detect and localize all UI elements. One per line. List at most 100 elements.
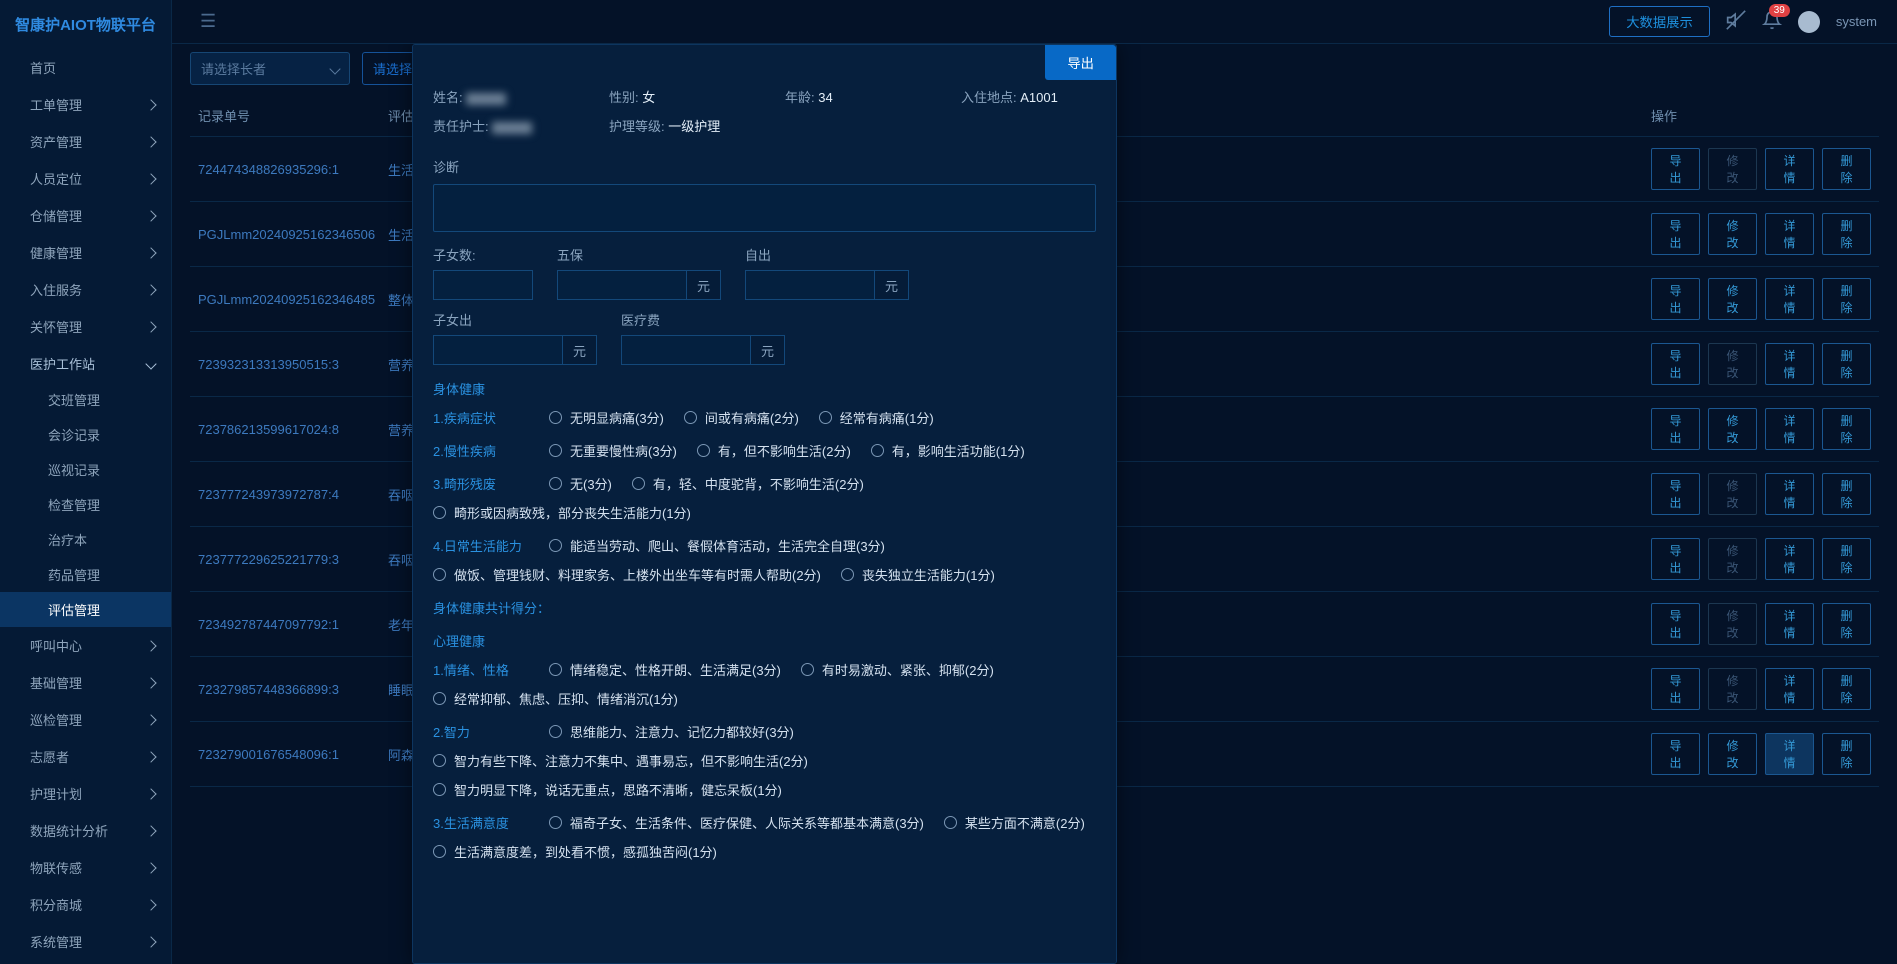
radio-option[interactable]: 能适当劳动、爬山、餐假体育活动，生活完全自理(3分): [549, 536, 885, 555]
sidebar-item[interactable]: 工单管理: [0, 86, 171, 123]
row-delete-button[interactable]: 删除: [1822, 278, 1871, 320]
radio-option[interactable]: 丧失独立生活能力(1分): [841, 565, 995, 584]
self-input[interactable]: [745, 270, 875, 300]
sidebar-sub-item[interactable]: 会诊记录: [0, 417, 171, 452]
bell-icon[interactable]: 39: [1762, 10, 1782, 33]
wubao-input[interactable]: [557, 270, 687, 300]
row-delete-button[interactable]: 删除: [1822, 148, 1871, 190]
radio-option[interactable]: 有，影响生活功能(1分): [871, 441, 1025, 460]
diagnosis-textarea[interactable]: [433, 184, 1096, 232]
sidebar-item[interactable]: 数据统计分析: [0, 812, 171, 849]
row-export-button[interactable]: 导出: [1651, 213, 1700, 255]
radio-option[interactable]: 福奇子女、生活条件、医疗保健、人际关系等都基本满意(3分): [549, 813, 924, 832]
row-delete-button[interactable]: 删除: [1822, 408, 1871, 450]
radio-option[interactable]: 某些方面不满意(2分): [944, 813, 1085, 832]
row-edit-button[interactable]: 修改: [1708, 473, 1757, 515]
row-export-button[interactable]: 导出: [1651, 733, 1700, 775]
sidebar-item[interactable]: 护理计划: [0, 775, 171, 812]
radio-option[interactable]: 生活满意度差，到处看不惯，感孤独苦闷(1分): [433, 842, 717, 861]
children-out-input[interactable]: [433, 335, 563, 365]
sidebar-item[interactable]: 志愿者: [0, 738, 171, 775]
row-export-button[interactable]: 导出: [1651, 148, 1700, 190]
sidebar-item[interactable]: 首页: [0, 49, 171, 86]
radio-option[interactable]: 智力明显下降，说话无重点，思路不清晰，健忘呆板(1分): [433, 780, 782, 799]
row-export-button[interactable]: 导出: [1651, 278, 1700, 320]
sidebar-item[interactable]: 人员定位: [0, 160, 171, 197]
sidebar-item[interactable]: 医护工作站: [0, 345, 171, 382]
row-export-button[interactable]: 导出: [1651, 343, 1700, 385]
row-export-button[interactable]: 导出: [1651, 408, 1700, 450]
radio-option[interactable]: 情绪稳定、性格开朗、生活满足(3分): [549, 660, 781, 679]
row-detail-button[interactable]: 详情: [1765, 668, 1814, 710]
avatar[interactable]: [1798, 11, 1820, 33]
radio-option[interactable]: 无明显病痛(3分): [549, 408, 664, 427]
row-export-button[interactable]: 导出: [1651, 668, 1700, 710]
elder-select[interactable]: 请选择长者: [190, 52, 350, 85]
sidebar-item[interactable]: 健康管理: [0, 234, 171, 271]
row-edit-button[interactable]: 修改: [1708, 538, 1757, 580]
row-detail-button[interactable]: 详情: [1765, 473, 1814, 515]
row-detail-button[interactable]: 详情: [1765, 603, 1814, 645]
radio-option[interactable]: 畸形或因病致残，部分丧失生活能力(1分): [433, 503, 691, 522]
radio-option[interactable]: 经常有病痛(1分): [819, 408, 934, 427]
row-delete-button[interactable]: 删除: [1822, 473, 1871, 515]
row-delete-button[interactable]: 删除: [1822, 603, 1871, 645]
row-detail-button[interactable]: 详情: [1765, 278, 1814, 320]
row-detail-button[interactable]: 详情: [1765, 213, 1814, 255]
sidebar-item[interactable]: 资产管理: [0, 123, 171, 160]
row-delete-button[interactable]: 删除: [1822, 343, 1871, 385]
hamburger-icon[interactable]: ☰: [200, 11, 216, 32]
row-detail-button[interactable]: 详情: [1765, 733, 1814, 775]
row-edit-button[interactable]: 修改: [1708, 213, 1757, 255]
sidebar-item[interactable]: 仓储管理: [0, 197, 171, 234]
row-delete-button[interactable]: 删除: [1822, 668, 1871, 710]
radio-option[interactable]: 做饭、管理钱财、料理家务、上楼外出坐车等有时需人帮助(2分): [433, 565, 821, 584]
radio-option[interactable]: 间或有病痛(2分): [684, 408, 799, 427]
row-delete-button[interactable]: 删除: [1822, 213, 1871, 255]
sidebar-item[interactable]: 关怀管理: [0, 308, 171, 345]
mute-icon[interactable]: [1726, 10, 1746, 33]
row-detail-button[interactable]: 详情: [1765, 148, 1814, 190]
sidebar-item[interactable]: 入住服务: [0, 271, 171, 308]
children-count-input[interactable]: [433, 270, 533, 300]
sidebar-sub-item[interactable]: 治疗本: [0, 522, 171, 557]
sidebar-item[interactable]: 考勤管理: [0, 960, 171, 964]
sidebar-sub-item[interactable]: 巡视记录: [0, 452, 171, 487]
radio-option[interactable]: 无(3分): [549, 474, 612, 493]
sidebar-sub-item[interactable]: 交班管理: [0, 382, 171, 417]
row-detail-button[interactable]: 详情: [1765, 408, 1814, 450]
sidebar-item[interactable]: 巡检管理: [0, 701, 171, 738]
row-edit-button[interactable]: 修改: [1708, 148, 1757, 190]
radio-option[interactable]: 有，轻、中度驼背，不影响生活(2分): [632, 474, 864, 493]
sidebar-item[interactable]: 系统管理: [0, 923, 171, 960]
big-data-button[interactable]: 大数据展示: [1609, 6, 1710, 37]
sidebar-item[interactable]: 呼叫中心: [0, 627, 171, 664]
row-edit-button[interactable]: 修改: [1708, 408, 1757, 450]
sidebar-item[interactable]: 物联传感: [0, 849, 171, 886]
radio-option[interactable]: 有时易激动、紧张、抑郁(2分): [801, 660, 994, 679]
row-delete-button[interactable]: 删除: [1822, 538, 1871, 580]
sidebar-sub-item[interactable]: 检查管理: [0, 487, 171, 522]
sidebar-item[interactable]: 积分商城: [0, 886, 171, 923]
radio-option[interactable]: 智力有些下降、注意力不集中、遇事易忘，但不影响生活(2分): [433, 751, 808, 770]
row-edit-button[interactable]: 修改: [1708, 733, 1757, 775]
row-edit-button[interactable]: 修改: [1708, 603, 1757, 645]
radio-option[interactable]: 无重要慢性病(3分): [549, 441, 677, 460]
radio-option[interactable]: 思维能力、注意力、记忆力都较好(3分): [549, 722, 794, 741]
radio-option[interactable]: 经常抑郁、焦虑、压抑、情绪消沉(1分): [433, 689, 678, 708]
row-export-button[interactable]: 导出: [1651, 538, 1700, 580]
row-edit-button[interactable]: 修改: [1708, 278, 1757, 320]
row-delete-button[interactable]: 删除: [1822, 733, 1871, 775]
sidebar-sub-item[interactable]: 评估管理: [0, 592, 171, 627]
export-button[interactable]: 导出: [1045, 45, 1116, 80]
row-edit-button[interactable]: 修改: [1708, 668, 1757, 710]
row-export-button[interactable]: 导出: [1651, 473, 1700, 515]
sidebar-sub-item[interactable]: 药品管理: [0, 557, 171, 592]
row-edit-button[interactable]: 修改: [1708, 343, 1757, 385]
row-detail-button[interactable]: 详情: [1765, 343, 1814, 385]
row-export-button[interactable]: 导出: [1651, 603, 1700, 645]
sidebar-item[interactable]: 基础管理: [0, 664, 171, 701]
medical-input[interactable]: [621, 335, 751, 365]
row-detail-button[interactable]: 详情: [1765, 538, 1814, 580]
radio-option[interactable]: 有，但不影响生活(2分): [697, 441, 851, 460]
